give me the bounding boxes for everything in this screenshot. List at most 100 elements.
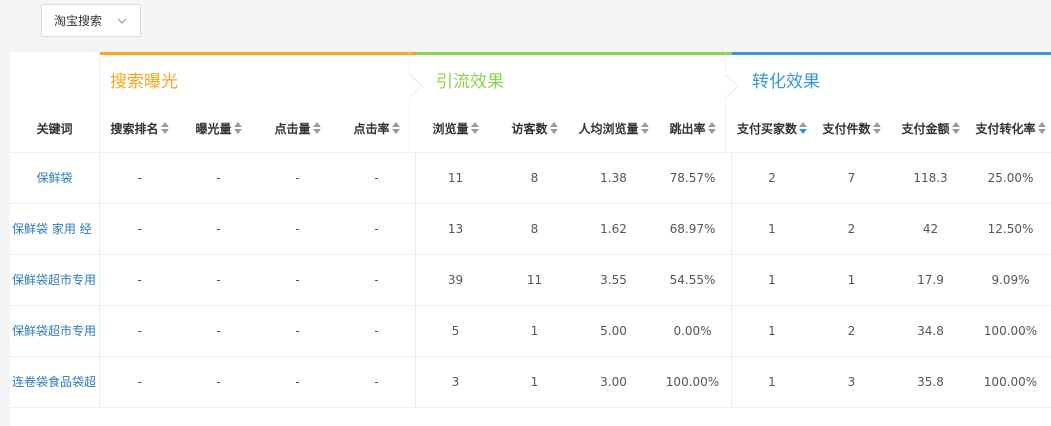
table-cell: 17.9	[917, 272, 944, 287]
table-cell: 5.00	[600, 323, 627, 338]
table-cell: 54.55%	[669, 272, 716, 287]
conversion-group-bar	[732, 52, 1051, 55]
table-cell: 34.8	[917, 323, 944, 338]
table-cell: -	[137, 323, 142, 338]
search-group-bar	[100, 52, 416, 55]
sort-icon[interactable]	[799, 122, 807, 134]
table-cell: -	[216, 170, 221, 185]
table-cell: 1	[768, 272, 776, 287]
keyword-link[interactable]: 保鲜袋超市专用	[10, 305, 99, 356]
source-select[interactable]: 淘宝搜索	[41, 4, 141, 37]
table-cell: 1.38	[600, 170, 627, 185]
table-cell: -	[295, 323, 300, 338]
table-cell: 100.00%	[983, 323, 1038, 338]
table-cell: -	[137, 374, 142, 389]
header-keyword: 关键词	[36, 121, 73, 136]
table-cell: -	[295, 221, 300, 236]
search-group-title: 搜索曝光	[110, 72, 178, 92]
header-search-rank[interactable]: 搜索排名	[100, 118, 179, 138]
table-cell: 2	[847, 323, 856, 338]
header-bounce-rate[interactable]: 跳出率	[653, 118, 732, 138]
header-visitors[interactable]: 访客数	[495, 118, 574, 138]
table-cell: -	[374, 323, 379, 338]
sort-icon[interactable]	[640, 122, 649, 134]
table-cell: -	[216, 323, 221, 338]
table-cell: 5	[451, 323, 460, 338]
table-cell: 1	[768, 221, 776, 236]
header-avg-pageviews[interactable]: 人均浏览量	[574, 118, 653, 138]
header-pageviews[interactable]: 浏览量	[416, 118, 495, 138]
table-cell: -	[374, 221, 379, 236]
table-cell: -	[374, 374, 379, 389]
header-conversion-rate[interactable]: 支付转化率	[970, 118, 1051, 138]
header-impressions[interactable]: 曝光量	[179, 118, 258, 138]
table-cell: 3.55	[600, 272, 627, 287]
table-cell: 100.00%	[983, 374, 1038, 389]
table-cell: 78.57%	[669, 170, 716, 185]
sort-icon[interactable]	[1037, 122, 1046, 134]
table-cell: 1	[847, 272, 856, 287]
table-cell: -	[137, 272, 142, 287]
table-cell: 1	[530, 374, 539, 389]
sort-icon[interactable]	[470, 122, 479, 134]
keyword-link[interactable]: 保鲜袋超市专用	[10, 254, 99, 305]
table-cell: -	[216, 374, 221, 389]
table-cell: -	[137, 170, 142, 185]
header-paying-buyers[interactable]: 支付买家数	[732, 118, 812, 138]
header-paid-amount[interactable]: 支付金额	[891, 118, 970, 138]
table-cell: 35.8	[917, 374, 944, 389]
table-cell: -	[137, 221, 142, 236]
table-cell: 39	[447, 272, 464, 287]
sort-icon[interactable]	[549, 122, 558, 134]
chevron-down-icon	[117, 18, 127, 24]
table-cell: 3	[847, 374, 856, 389]
table-row: 保鲜袋 家用 经 - - - - 13 8 1.62 68.97% 1 2 42 12.50%	[10, 203, 1051, 254]
table-cell: 68.97%	[669, 221, 716, 236]
header-ctr[interactable]: 点击率	[337, 118, 416, 138]
table-cell: -	[295, 170, 300, 185]
table-cell: -	[374, 272, 379, 287]
table-row: 连卷袋食品袋超 - - - - 3 1 3.00 100.00% 1 3 35.8 100.00%	[10, 356, 1051, 407]
table-cell: -	[374, 170, 379, 185]
keyword-link[interactable]: 保鲜袋 家用 经	[10, 203, 99, 254]
sort-icon[interactable]	[391, 122, 400, 134]
sort-icon[interactable]	[233, 122, 242, 134]
traffic-group-title: 引流效果	[436, 72, 504, 92]
table-cell: -	[216, 221, 221, 236]
table-cell: 1	[768, 323, 776, 338]
traffic-group-bar	[416, 52, 732, 55]
table-cell: 100.00%	[665, 374, 720, 389]
table-cell: 42	[922, 221, 939, 236]
table-cell: 2	[768, 170, 776, 185]
row-divider	[10, 407, 1051, 408]
table-row: 保鲜袋超市专用 - - - -39 11 3.55 54.55% 1 1 17.9 9.09%	[10, 254, 1051, 305]
sort-icon[interactable]	[312, 122, 321, 134]
conversion-group-title: 转化效果	[752, 72, 820, 92]
sort-icon[interactable]	[160, 122, 169, 134]
table-cell: 2	[847, 221, 856, 236]
top-toolbar: 淘宝搜索	[0, 0, 1051, 52]
table-cell: 1.62	[600, 221, 627, 236]
header-clicks[interactable]: 点击量	[258, 118, 337, 138]
keyword-link[interactable]: 保鲜袋	[10, 152, 99, 203]
table-cell: 1	[530, 323, 539, 338]
keyword-link[interactable]: 连卷袋食品袋超	[10, 356, 99, 407]
table-cell: 3	[451, 374, 460, 389]
table-cell: 9.09%	[991, 272, 1030, 287]
sort-icon[interactable]	[951, 122, 960, 134]
table-cell: 1	[768, 374, 776, 389]
table-row: 保鲜袋超市专用 - - - - 5 1 5.00 0.00% 1 2 34.8 100.00%	[10, 305, 1051, 356]
table-cell: -	[295, 374, 300, 389]
table-cell: 25.00%	[987, 170, 1034, 185]
table-cell: 7	[847, 170, 856, 185]
table-cell: 118.3	[913, 170, 948, 185]
table-cell: 13	[447, 221, 464, 236]
sort-icon[interactable]	[707, 122, 716, 134]
table-cell: 8	[530, 170, 539, 185]
table-cell: -	[216, 272, 221, 287]
table-cell: 11	[526, 272, 543, 287]
sort-icon[interactable]	[872, 122, 881, 134]
header-paid-items[interactable]: 支付件数	[812, 118, 891, 138]
table-row: 保鲜袋 - - - - 11 8 1.38 78.57% 2 7 118.3 25.00%	[10, 152, 1051, 203]
source-select-value: 淘宝搜索	[54, 14, 103, 28]
